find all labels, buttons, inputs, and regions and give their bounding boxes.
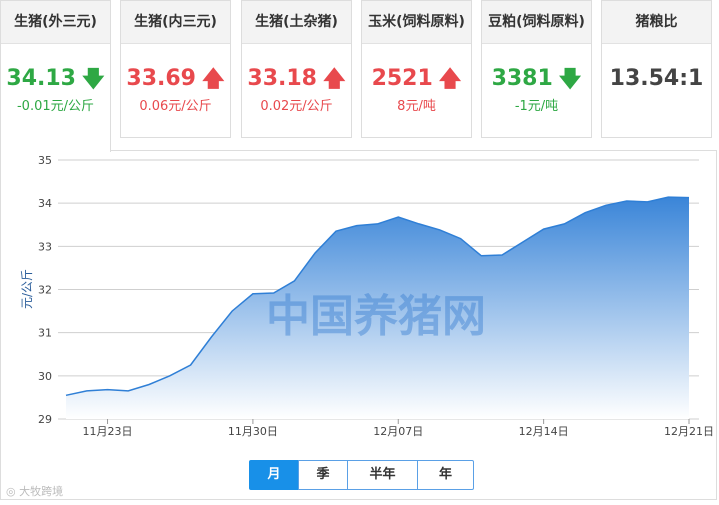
- card-title: 生猪(外三元): [1, 1, 110, 44]
- arrow-up-icon: 🡅: [322, 67, 346, 92]
- card-soymeal[interactable]: 豆粕(饲料原料) 3381 🡇 -1元/吨: [481, 0, 592, 138]
- range-button-month[interactable]: 月: [249, 460, 299, 490]
- card-title: 生猪(内三元): [121, 1, 230, 44]
- card-corn[interactable]: 玉米(饲料原料) 2521 🡅 8元/吨: [361, 0, 472, 138]
- y-axis-label: 元/公斤: [20, 269, 34, 309]
- chart-panel: 29 30 31 32 33 34 35 11月23日 11月30日 12月07日 12月14日 12…: [0, 150, 717, 500]
- card-pig-grain-ratio[interactable]: 猪粮比 13.54:1: [601, 0, 712, 138]
- card-change: -1元/吨: [514, 99, 559, 114]
- card-value: 13.54:1: [609, 66, 704, 91]
- price-cards: 生猪(外三元) 34.13 🡇 -0.01元/公斤 生猪(内三元) 33.69 🡅 …: [0, 0, 719, 152]
- range-button-year[interactable]: 年: [417, 460, 474, 490]
- arrow-up-icon: 🡅: [201, 67, 225, 92]
- price-chart: 29 30 31 32 33 34 35 11月23日 11月30日 12月07日 12月14日 12…: [20, 154, 714, 438]
- source-text: 大牧跨境: [19, 485, 64, 498]
- range-selector: 月 季 半年 年: [249, 460, 474, 492]
- x-tick-label: 11月30日: [228, 425, 278, 438]
- y-tick-label: 33: [38, 240, 52, 253]
- range-button-half-year[interactable]: 半年: [347, 460, 418, 490]
- card-value: 33.69 🡅: [121, 64, 230, 94]
- card-change: [602, 98, 711, 116]
- y-tick-label: 32: [38, 284, 52, 297]
- y-tick-label: 35: [38, 154, 52, 167]
- x-tick-label: 11月23日: [83, 425, 133, 438]
- y-tick-label: 29: [38, 413, 52, 426]
- y-tick-label: 34: [38, 197, 52, 210]
- card-title: 豆粕(饲料原料): [482, 1, 591, 44]
- card-change: -0.01元/公斤: [16, 99, 95, 114]
- x-tick-label: 12月14日: [519, 425, 569, 438]
- card-pig-local[interactable]: 生猪(土杂猪) 33.18 🡅 0.02元/公斤: [241, 0, 352, 138]
- x-tick-label: 12月21日: [664, 425, 714, 438]
- range-button-quarter[interactable]: 季: [298, 460, 348, 490]
- card-value: 3381 🡇: [482, 64, 591, 94]
- source-watermark: ◎ 大牧跨境: [6, 483, 63, 499]
- arrow-down-icon: 🡇: [81, 67, 105, 92]
- card-change: 0.02元/公斤: [260, 99, 333, 114]
- card-title: 猪粮比: [602, 1, 711, 44]
- chart-watermark: 中国养猪网: [266, 291, 486, 342]
- card-value: 34.13 🡇: [1, 64, 110, 94]
- card-value: 2521 🡅: [362, 64, 471, 94]
- card-pig-outer[interactable]: 生猪(外三元) 34.13 🡇 -0.01元/公斤: [0, 0, 111, 152]
- camera-icon: ◎: [6, 485, 16, 498]
- arrow-down-icon: 🡇: [558, 67, 582, 92]
- arrow-up-icon: 🡅: [438, 67, 462, 92]
- card-pig-inner[interactable]: 生猪(内三元) 33.69 🡅 0.06元/公斤: [120, 0, 231, 138]
- y-tick-label: 30: [38, 370, 52, 383]
- card-title: 生猪(土杂猪): [242, 1, 351, 44]
- y-tick-label: 31: [38, 327, 52, 340]
- card-value: 33.18 🡅: [242, 64, 351, 94]
- card-change: 8元/吨: [397, 99, 436, 114]
- card-title: 玉米(饲料原料): [362, 1, 471, 44]
- card-change: 0.06元/公斤: [139, 99, 212, 114]
- x-tick-label: 12月07日: [373, 425, 423, 438]
